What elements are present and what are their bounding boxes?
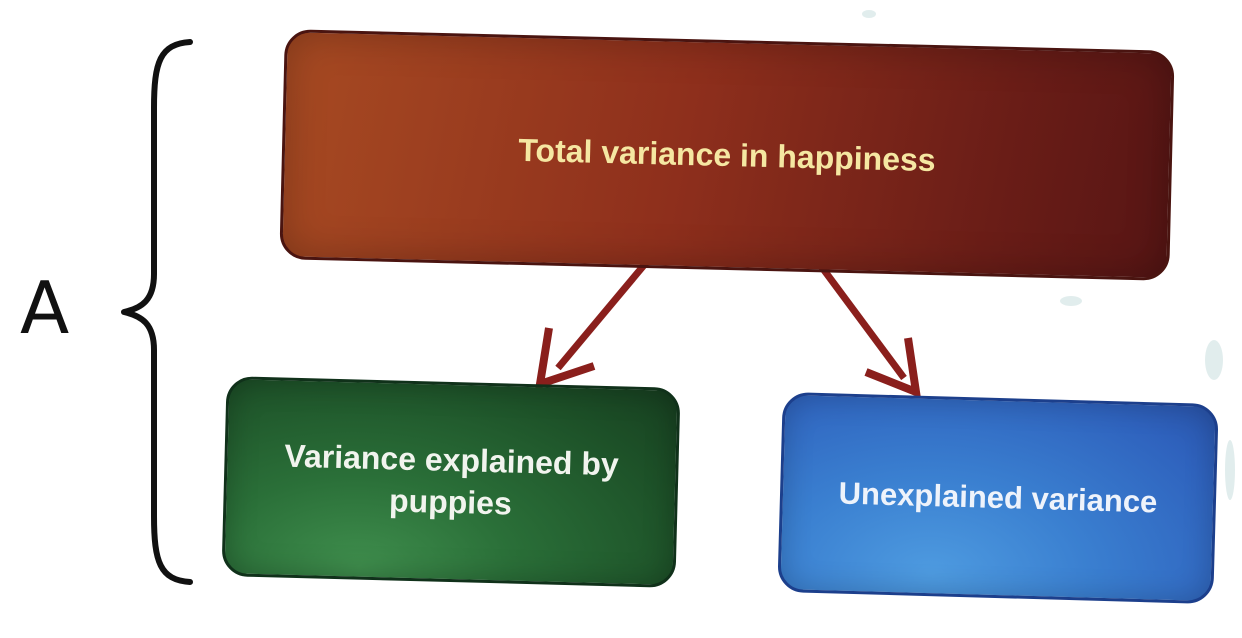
explained-variance-box: Variance explained by puppies: [221, 376, 681, 588]
arrow-to-explained: [535, 255, 653, 390]
arrow-to-unexplained: [815, 259, 921, 399]
explained-variance-label: Variance explained by puppies: [283, 438, 620, 522]
unexplained-variance-box: Unexplained variance: [777, 391, 1219, 605]
unexplained-variance-label: Unexplained variance: [838, 475, 1158, 520]
total-variance-label: Total variance in happiness: [517, 131, 937, 178]
total-variance-box: Total variance in happiness: [279, 29, 1175, 281]
